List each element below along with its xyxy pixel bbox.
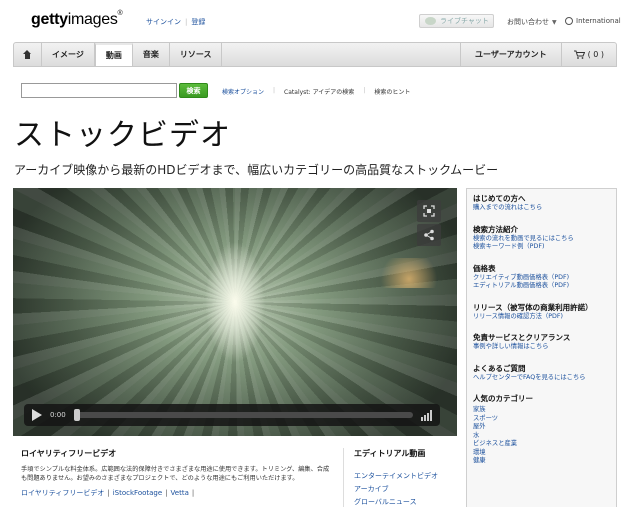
live-chat-button[interactable]: ライブチャット	[419, 14, 494, 28]
city-lights	[367, 258, 437, 288]
editorial-pricing-link[interactable]: エディトリアル動画価格表（PDF)	[473, 282, 610, 291]
clearance-details-link[interactable]: 事例や詳しい情報はこちら	[473, 343, 610, 352]
sidebar-section-pricing: 価格表 クリエイティブ動画価格表（PDF) エディトリアル動画価格表（PDF)	[473, 264, 610, 291]
search-tips-link[interactable]: 検索のヒント	[374, 87, 410, 96]
sidebar-section-release: リリース（被写体の商業利用許諾） リリース情報の確認方法（PDF)	[473, 303, 610, 322]
page-title: ストックビデオ	[14, 118, 231, 153]
live-chat-label: ライブチャット	[440, 17, 489, 25]
purchase-flow-link[interactable]: 購入までの流れはこちら	[473, 204, 610, 213]
link-separator: |	[165, 489, 168, 497]
fullscreen-icon	[423, 205, 435, 217]
tab-music[interactable]: 音楽	[133, 43, 170, 66]
seek-handle[interactable]	[73, 409, 80, 421]
main-nav: イメージ 動画 音楽 リソース ユーザーアカウント ( 0 )	[13, 42, 617, 67]
list-item: アーカイブ	[354, 483, 457, 496]
category-link[interactable]: 環境	[473, 449, 610, 458]
editorial-title: エディトリアル動画	[354, 449, 426, 458]
video-player[interactable]: 0:00	[13, 188, 457, 436]
category-link[interactable]: スポーツ	[473, 415, 610, 424]
search-button[interactable]: 検索	[179, 83, 208, 98]
account-links: サインイン | 登録	[146, 17, 205, 27]
language-selector[interactable]: International	[565, 17, 621, 25]
category-link[interactable]: 健康	[473, 457, 610, 466]
vetta-link[interactable]: Vetta	[171, 489, 189, 497]
search-video-link[interactable]: 検索の流れを動画で見るにはこちら	[473, 235, 610, 244]
sidebar-section-categories: 人気のカテゴリー 家族 スポーツ 屋外 水 ビジネスと産業 環境 健康	[473, 394, 610, 466]
chat-bubble-icon	[425, 17, 436, 25]
sidebar-section-clearance: 免責サービスとクリアランス 事例や詳しい情報はこちら	[473, 333, 610, 352]
link-separator: |	[191, 489, 195, 497]
faq-link[interactable]: ヘルプセンターでFAQを見るにはこちら	[473, 374, 610, 383]
top-bar: gettyimages® サインイン | 登録 ライブチャット お問い合わせ ▼ I…	[0, 0, 640, 42]
sidebar-section-beginners: はじめての方へ 購入までの流れはこちら	[473, 194, 610, 213]
link-separator: |	[107, 489, 110, 497]
search-links: 検索オプション | Catalyst: アイデアの検索 | 検索のヒント	[222, 87, 410, 96]
sidebar-section-faq: よくあるご質問 ヘルプセンターでFAQを見るにはこちら	[473, 364, 610, 383]
sidebar-section-title: よくあるご質問	[473, 363, 526, 373]
cart-icon	[573, 50, 585, 59]
video-frame	[13, 188, 457, 436]
language-label: International	[576, 17, 621, 25]
fullscreen-button[interactable]	[417, 200, 441, 222]
global-news-link[interactable]: グローバルニュース	[354, 498, 417, 506]
editorial-list: エンターテイメントビデオ アーカイブ グローバルニュース	[354, 470, 457, 507]
category-link[interactable]: 水	[473, 432, 610, 441]
register-link[interactable]: 登録	[191, 18, 205, 26]
home-icon	[23, 50, 32, 59]
list-item: グローバルニュース	[354, 496, 457, 507]
royalty-free-links: ロイヤリティフリービデオ | iStockFootage | Vetta |	[21, 488, 333, 498]
time-display: 0:00	[50, 411, 66, 419]
category-link[interactable]: 家族	[473, 406, 610, 415]
category-link[interactable]: ビジネスと産業	[473, 440, 610, 449]
catalyst-search-link[interactable]: Catalyst: アイデアの検索	[284, 87, 354, 96]
seek-bar[interactable]	[73, 409, 413, 421]
list-item: エンターテイメントビデオ	[354, 470, 457, 483]
istockfootage-link[interactable]: iStockFootage	[113, 489, 162, 497]
volume-icon[interactable]	[421, 409, 432, 421]
link-separator: |	[273, 87, 276, 94]
share-button[interactable]	[417, 224, 441, 246]
royalty-free-description: 手頃でシンプルな料金体系。広範囲な法的保障付きでさまざまな用途に使用できます。ト…	[21, 466, 330, 482]
sidebar-section-title: はじめての方へ	[473, 194, 526, 203]
globe-icon	[565, 17, 573, 25]
sidebar-section-title: 免責サービスとクリアランス	[473, 333, 571, 342]
tab-resources[interactable]: リソース	[170, 43, 223, 66]
royalty-free-video-link[interactable]: ロイヤリティフリービデオ	[21, 489, 104, 497]
player-controls: 0:00	[24, 404, 440, 426]
link-separator: |	[363, 87, 366, 94]
royalty-free-title: ロイヤリティフリービデオ	[21, 449, 117, 458]
royalty-free-section: ロイヤリティフリービデオ 手頃でシンプルな料金体系。広範囲な法的保障付きでさまざ…	[21, 448, 333, 498]
signin-link[interactable]: サインイン	[146, 18, 181, 26]
contact-label: お問い合わせ	[507, 18, 549, 26]
sidebar-section-title: 価格表	[473, 263, 496, 273]
search-options-link[interactable]: 検索オプション	[222, 87, 264, 96]
sidebar-section-title: 人気のカテゴリー	[473, 394, 533, 403]
keyword-examples-link[interactable]: 検索キーワード例（PDF)	[473, 243, 610, 252]
play-icon[interactable]	[32, 409, 42, 421]
tab-video[interactable]: 動画	[94, 43, 133, 66]
cart-count: ( 0 )	[587, 50, 604, 59]
sidebar-section-title: リリース（被写体の商業利用許諾）	[473, 302, 593, 312]
tab-user-account[interactable]: ユーザーアカウント	[460, 43, 562, 66]
link-separator: |	[185, 18, 188, 26]
cart-button[interactable]: ( 0 )	[562, 43, 616, 66]
archive-link[interactable]: アーカイブ	[354, 485, 389, 493]
help-sidebar: はじめての方へ 購入までの流れはこちら 検索方法紹介 検索の流れを動画で見るには…	[466, 188, 617, 507]
chevron-down-icon: ▼	[552, 18, 557, 26]
entertainment-video-link[interactable]: エンターテイメントビデオ	[354, 472, 438, 480]
release-info-link[interactable]: リリース情報の確認方法（PDF)	[473, 313, 610, 322]
editorial-section: エディトリアル動画 エンターテイメントビデオ アーカイブ グローバルニュース	[343, 448, 457, 507]
gettyimages-logo[interactable]: gettyimages®	[31, 10, 123, 29]
tab-home[interactable]	[14, 43, 42, 66]
search-input[interactable]	[21, 83, 177, 98]
sidebar-section-search-guide: 検索方法紹介 検索の流れを動画で見るにはこちら 検索キーワード例（PDF)	[473, 225, 610, 252]
creative-pricing-link[interactable]: クリエイティブ動画価格表（PDF)	[473, 274, 610, 283]
contact-dropdown[interactable]: お問い合わせ ▼	[507, 17, 557, 27]
category-link[interactable]: 屋外	[473, 423, 610, 432]
page-subtitle: アーカイブ映像から最新のHDビデオまで、幅広いカテゴリーの高品質なストックムービ…	[14, 163, 499, 177]
tab-images[interactable]: イメージ	[42, 43, 95, 66]
share-icon	[424, 229, 434, 241]
sidebar-section-title: 検索方法紹介	[473, 224, 518, 234]
